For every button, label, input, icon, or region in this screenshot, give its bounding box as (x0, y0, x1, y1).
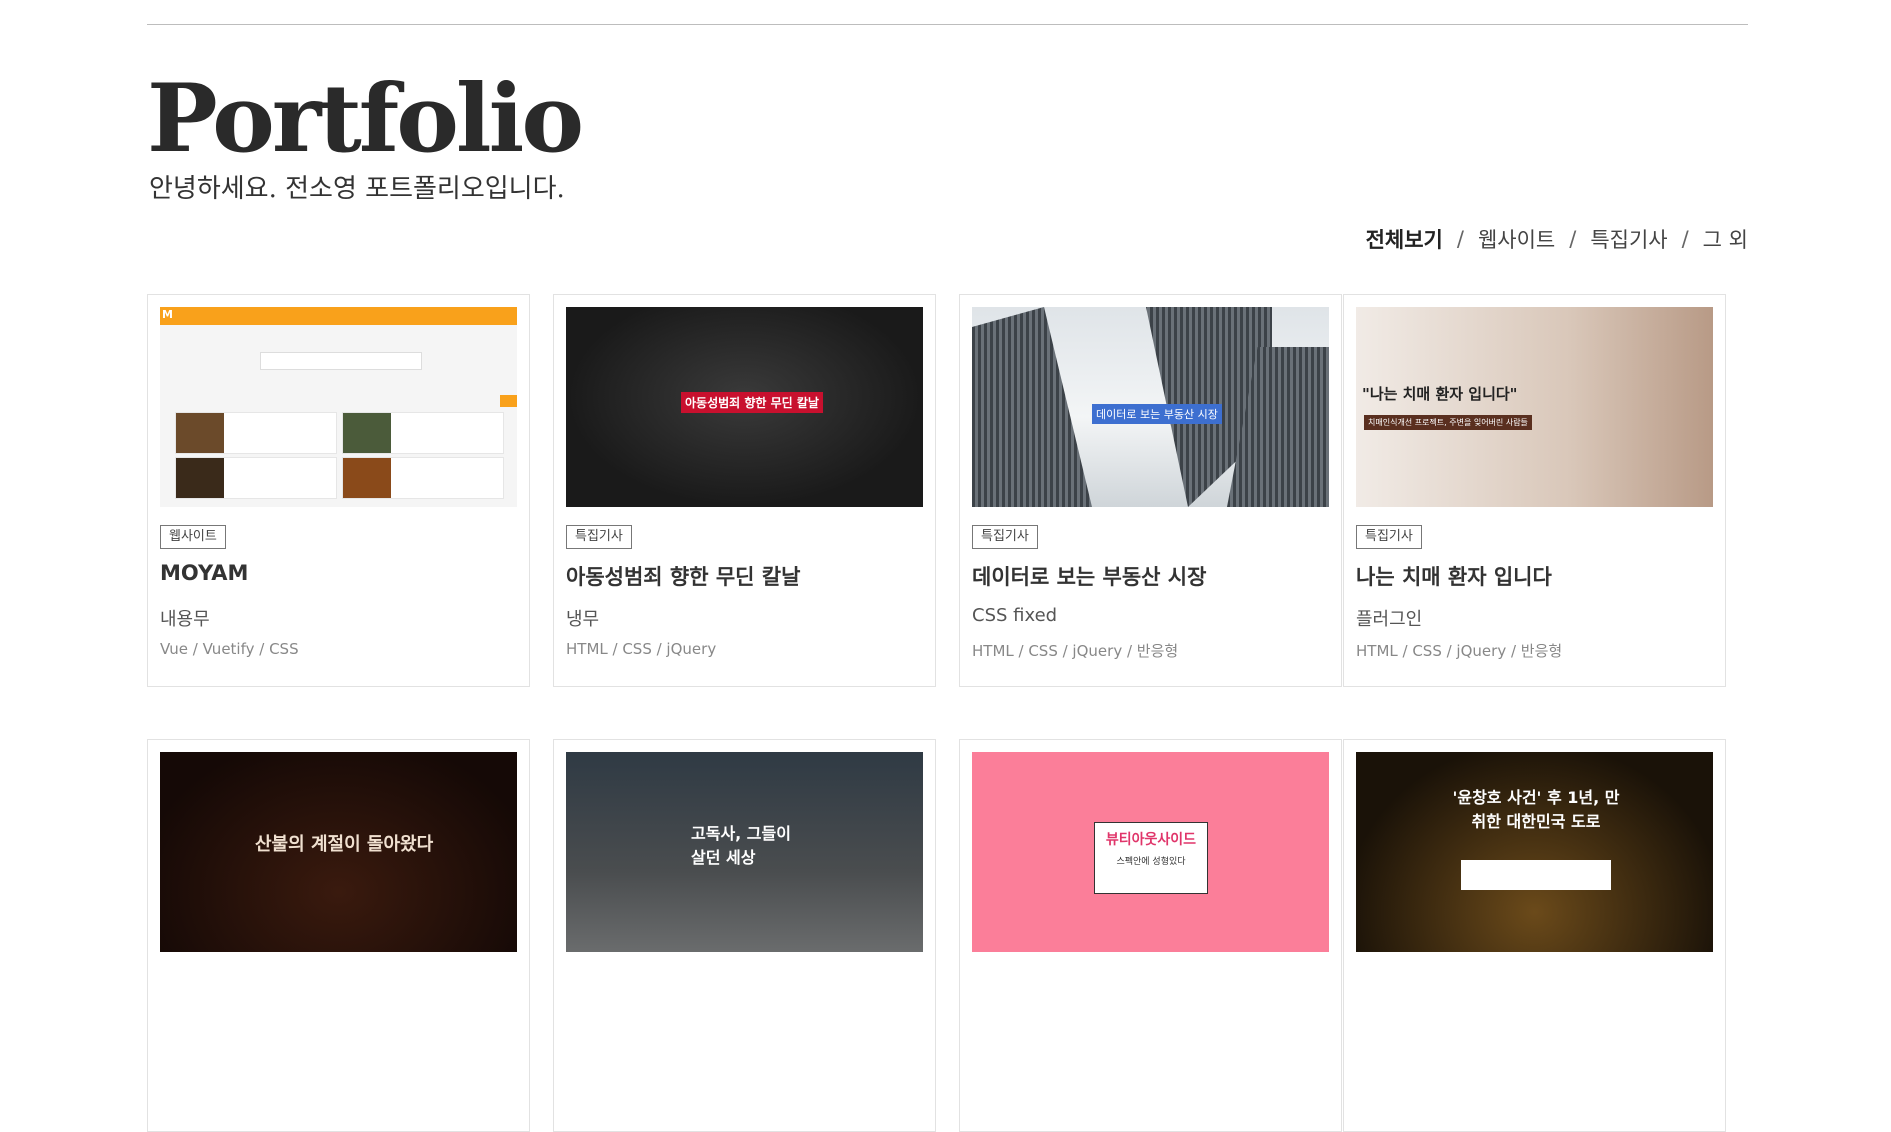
card-thumbnail[interactable]: "나는 치매 환자 입니다" 치매인식개선 프로젝트, 주변을 잊어버린 사람들 (1356, 307, 1713, 507)
portfolio-card-moyam[interactable]: M 웹사이트 MOYAM 내용무 Vue / Vuetify / CSS (147, 294, 530, 687)
card-thumbnail[interactable]: 데이터로 보는 부동산 시장 (972, 307, 1329, 507)
portfolio-card-knife[interactable]: 아동성범죄 향한 무딘 칼날 특집기사 아동성범죄 향한 무딘 칼날 냉무 HT… (553, 294, 936, 687)
thumb-subheadline: 스펙안에 성형있다 (1116, 857, 1186, 867)
portfolio-card-beauty-outside[interactable]: 뷰티아웃사이드 스펙안에 성형있다 (959, 739, 1342, 1132)
card-tag: 웹사이트 (160, 525, 226, 549)
portfolio-card-dementia[interactable]: "나는 치매 환자 입니다" 치매인식개선 프로젝트, 주변을 잊어버린 사람들… (1343, 294, 1726, 687)
top-divider (147, 24, 1748, 25)
thumb-headline: 뷰티아웃사이드 (1105, 832, 1197, 848)
card-thumbnail[interactable]: 아동성범죄 향한 무딘 칼날 (566, 307, 923, 507)
card-description: 내용무 (160, 609, 210, 630)
card-tag: 특집기사 (972, 525, 1038, 549)
page-title: Portfolio (147, 64, 584, 174)
card-tech-stack: HTML / CSS / jQuery (566, 640, 717, 658)
thumb-headline: 고독사, 그들이 살던 세상 (691, 824, 791, 867)
category-filter: 전체보기 / 웹사이트 / 특집기사 / 그 외 (1366, 224, 1748, 254)
card-tech-stack: HTML / CSS / jQuery / 반응형 (972, 642, 1179, 660)
filter-separator: / (1681, 227, 1689, 251)
card-title[interactable]: 아동성범죄 향한 무딘 칼날 (566, 561, 800, 591)
portfolio-card-drunk-driving[interactable]: '윤창호 사건' 후 1년, 만취한 대한민국 도로 (1343, 739, 1726, 1132)
thumb-headline: 아동성범죄 향한 무딘 칼날 (681, 392, 823, 413)
card-tech-stack: Vue / Vuetify / CSS (160, 640, 299, 658)
thumb-header-bar: M (160, 307, 517, 325)
card-title[interactable]: 나는 치매 환자 입니다 (1356, 561, 1552, 591)
filter-separator: / (1456, 227, 1464, 251)
thumb-list-item (342, 412, 504, 454)
card-description: CSS fixed (972, 605, 1058, 626)
thumb-logo: M (162, 308, 173, 321)
thumb-search-box (260, 352, 422, 370)
card-title[interactable]: 데이터로 보는 부동산 시장 (972, 561, 1206, 591)
thumb-text-box (1461, 860, 1611, 890)
card-thumbnail[interactable]: 고독사, 그들이 살던 세상 (566, 752, 923, 952)
filter-etc[interactable]: 그 외 (1703, 224, 1748, 254)
thumb-headline: "나는 치매 환자 입니다" (1362, 385, 1518, 403)
filter-all[interactable]: 전체보기 (1366, 224, 1443, 254)
page-subtitle: 안녕하세요. 전소영 포트폴리오입니다. (149, 174, 565, 204)
portfolio-card-realestate[interactable]: 데이터로 보는 부동산 시장 특집기사 데이터로 보는 부동산 시장 CSS f… (959, 294, 1342, 687)
portfolio-card-wildfire[interactable]: 산불의 계절이 돌아왔다 (147, 739, 530, 1132)
thumb-subheadline: 치매인식개선 프로젝트, 주변을 잊어버린 사람들 (1364, 415, 1532, 430)
filter-separator: / (1569, 227, 1577, 251)
card-description: 플러그인 (1356, 609, 1423, 630)
thumb-list-item (342, 457, 504, 499)
thumb-chip (500, 395, 517, 407)
card-tag: 특집기사 (566, 525, 632, 549)
filter-feature[interactable]: 특집기사 (1590, 224, 1667, 254)
thumb-list-item (175, 412, 337, 454)
thumb-headline: 산불의 계절이 돌아왔다 (255, 834, 434, 855)
thumb-headline: '윤창호 사건' 후 1년, 만취한 대한민국 도로 (1452, 788, 1620, 831)
card-thumbnail[interactable]: 산불의 계절이 돌아왔다 (160, 752, 517, 952)
card-tech-stack: HTML / CSS / jQuery / 반응형 (1356, 642, 1563, 660)
card-thumbnail[interactable]: M (160, 307, 517, 507)
card-tag: 특집기사 (1356, 525, 1422, 549)
thumb-title-box: 뷰티아웃사이드 스펙안에 성형있다 (1094, 822, 1208, 894)
thumb-tower (972, 307, 1092, 507)
filter-website[interactable]: 웹사이트 (1478, 224, 1555, 254)
card-thumbnail[interactable]: '윤창호 사건' 후 1년, 만취한 대한민국 도로 (1356, 752, 1713, 952)
portfolio-card-lonely-death[interactable]: 고독사, 그들이 살던 세상 (553, 739, 936, 1132)
thumb-headline: 데이터로 보는 부동산 시장 (1092, 404, 1222, 424)
card-description: 냉무 (566, 609, 600, 630)
card-title[interactable]: MOYAM (160, 561, 248, 585)
card-thumbnail[interactable]: 뷰티아웃사이드 스펙안에 성형있다 (972, 752, 1329, 952)
thumb-list-item (175, 457, 337, 499)
